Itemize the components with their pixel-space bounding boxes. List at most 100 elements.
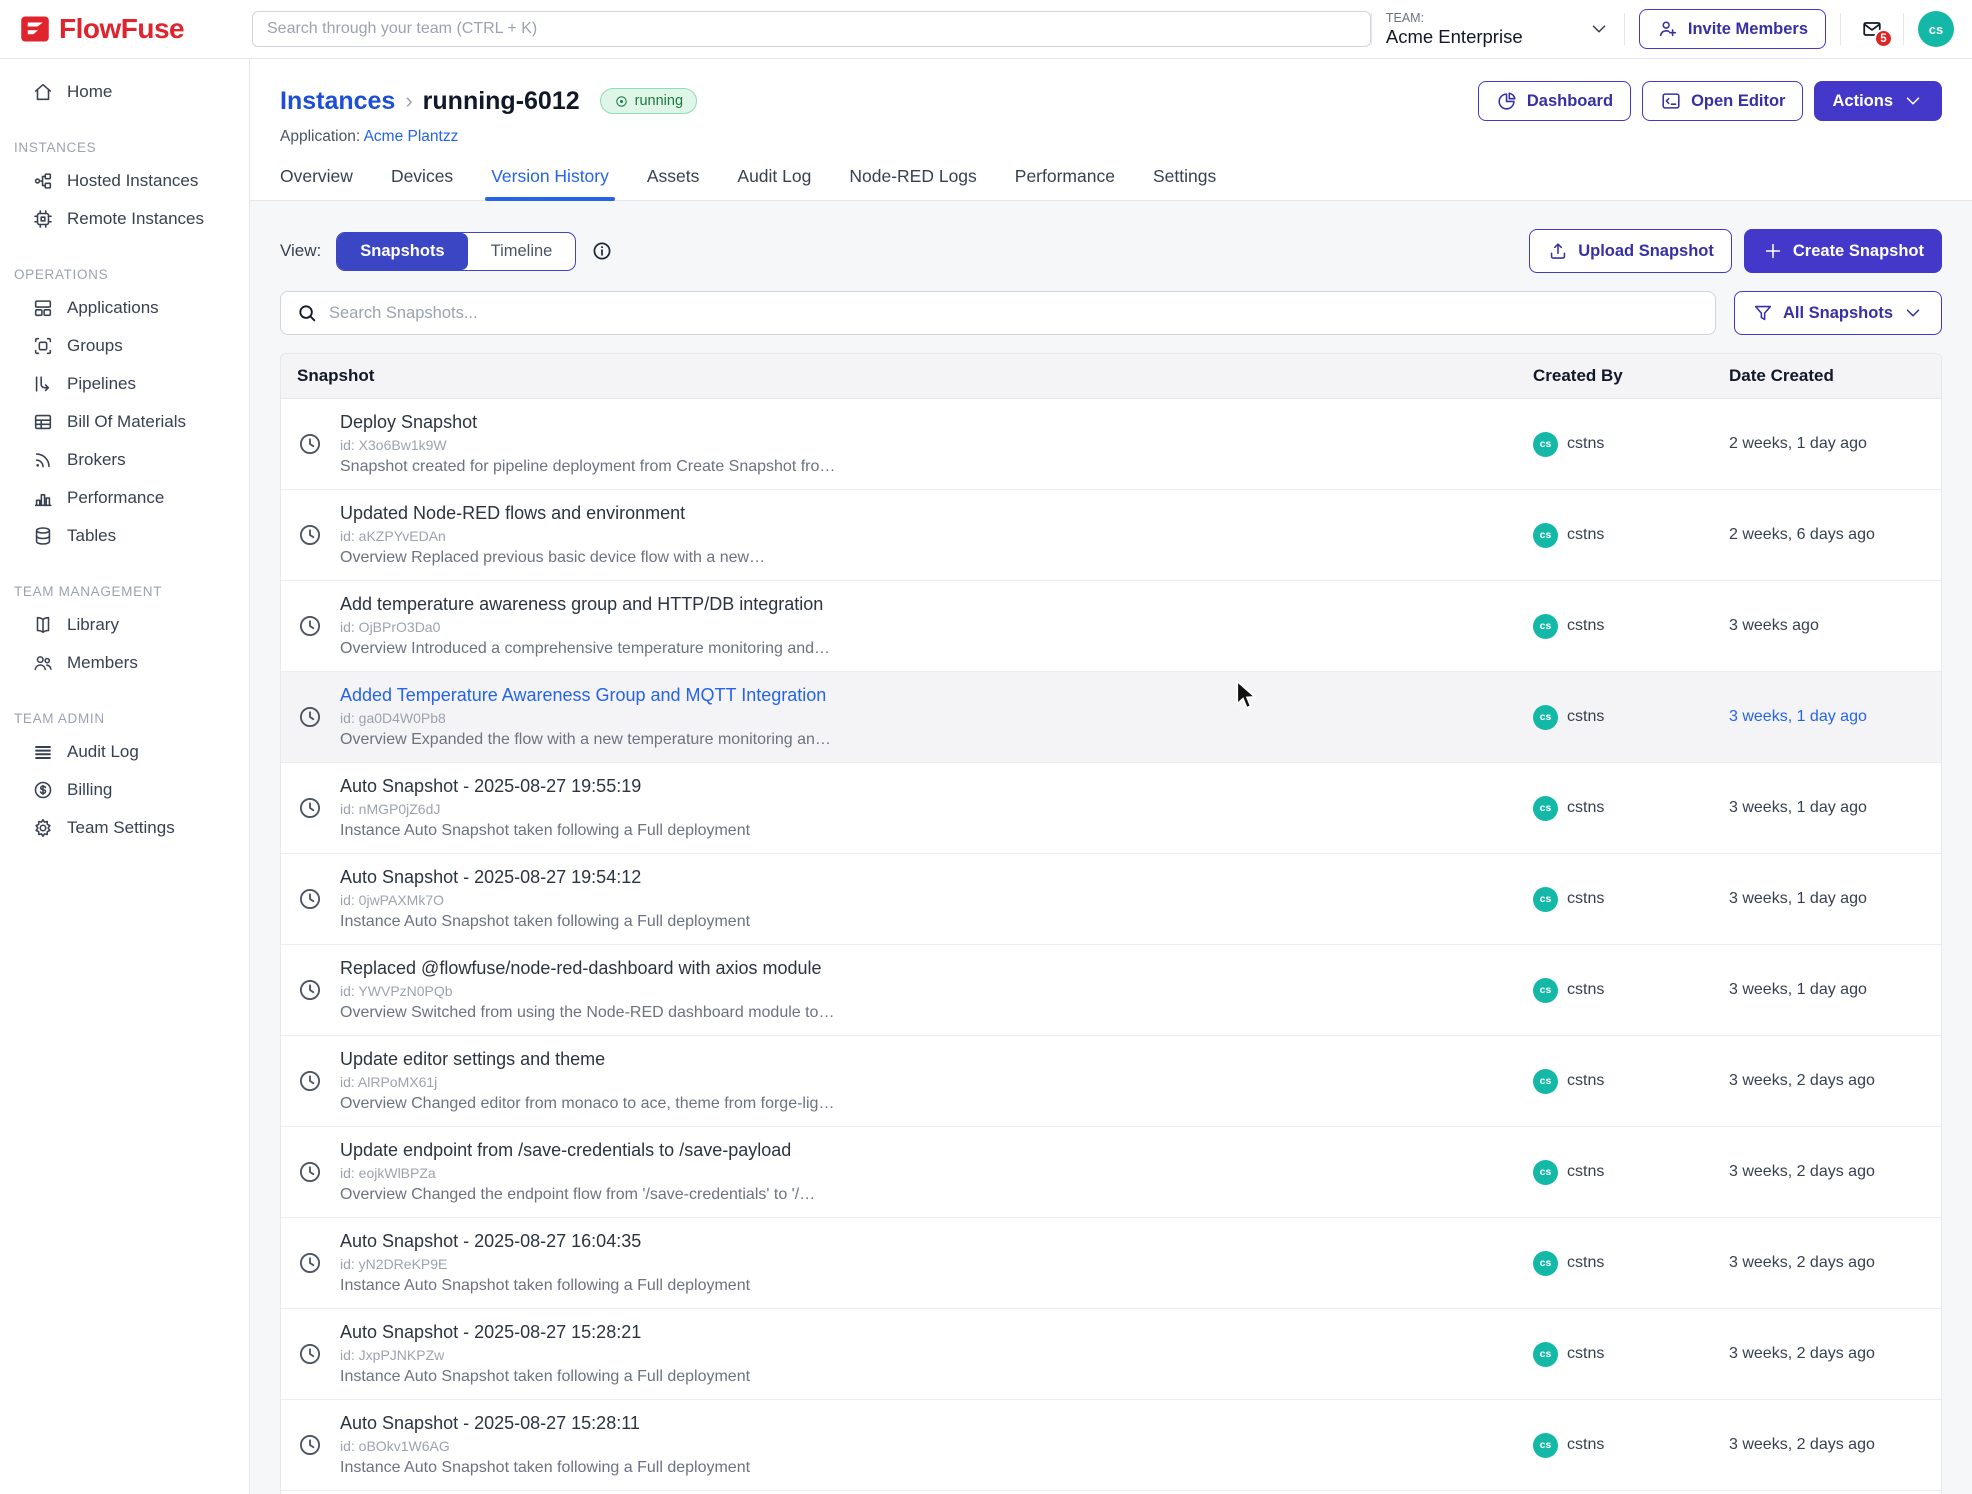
table-row[interactable]: Added Temperature Awareness Group and MQ… [281, 672, 1941, 763]
toggle-snapshots[interactable]: Snapshots [337, 233, 467, 270]
snapshot-id: id: eojkWlBPZa [340, 1165, 815, 1181]
snapshot-search-input[interactable] [329, 304, 1700, 323]
divider [1840, 13, 1841, 45]
upload-snapshot-button[interactable]: Upload Snapshot [1529, 229, 1732, 273]
clock-icon [297, 522, 323, 548]
snapshot-description: Instance Auto Snapshot taken following a… [340, 1277, 750, 1295]
table-row[interactable]: Replaced @flowfuse/node-red-dashboard wi… [281, 945, 1941, 1036]
tab-overview[interactable]: Overview [280, 166, 353, 200]
table-row[interactable]: Add temperature awareness group and HTTP… [281, 581, 1941, 672]
application-link[interactable]: Acme Plantzz [364, 128, 459, 145]
tab-version-history[interactable]: Version History [491, 166, 609, 200]
snapshot-description: Overview Expanded the flow with a new te… [340, 731, 831, 749]
snapshot-description: Overview Switched from using the Node-RE… [340, 1004, 834, 1022]
sidebar-item-hosted-instances[interactable]: Hosted Instances [0, 162, 249, 200]
snapshot-title[interactable]: Add temperature awareness group and HTTP… [340, 594, 830, 615]
table-row[interactable]: Auto Snapshot - 2025-08-27 15:28:21 id: … [281, 1309, 1941, 1400]
tab-audit-log[interactable]: Audit Log [737, 166, 811, 200]
sidebar-item-label: Home [67, 82, 112, 102]
tab-node-red-logs[interactable]: Node-RED Logs [849, 166, 976, 200]
snapshot-id: id: AlRPoMX61j [340, 1074, 834, 1090]
snapshot-title[interactable]: Auto Snapshot - 2025-08-27 19:55:19 [340, 776, 750, 797]
created-by-cell: cs cstns [1533, 796, 1729, 821]
snapshot-title[interactable]: Update endpoint from /save-credentials t… [340, 1140, 815, 1161]
sidebar-item-remote-instances[interactable]: Remote Instances [0, 200, 249, 238]
pie-chart-icon [1496, 90, 1518, 112]
table-row[interactable]: Update editor settings and theme id: AlR… [281, 1036, 1941, 1127]
snapshot-title[interactable]: Auto Snapshot - 2025-08-27 15:28:11 [340, 1413, 750, 1434]
sidebar-item-brokers[interactable]: Brokers [0, 441, 249, 479]
breadcrumb-instances-link[interactable]: Instances [280, 87, 395, 116]
sidebar-item-billing[interactable]: Billing [0, 771, 249, 809]
avatar: cs [1533, 1160, 1558, 1185]
tab-performance[interactable]: Performance [1015, 166, 1115, 200]
user-avatar[interactable]: cs [1918, 11, 1954, 47]
sidebar-item-audit-log[interactable]: Audit Log [0, 733, 249, 771]
created-by-name: cstns [1567, 1163, 1604, 1181]
sidebar-item-home[interactable]: Home [0, 73, 249, 111]
snapshot-title[interactable]: Auto Snapshot - 2025-08-27 19:54:12 [340, 867, 750, 888]
created-by-cell: cs cstns [1533, 1069, 1729, 1094]
created-by-name: cstns [1567, 526, 1604, 544]
snapshot-title[interactable]: Added Temperature Awareness Group and MQ… [340, 685, 831, 706]
team-selector[interactable]: TEAM: Acme Enterprise [1386, 11, 1536, 47]
table-row[interactable]: Auto Snapshot - 2025-08-27 19:55:19 id: … [281, 763, 1941, 854]
avatar: cs [1533, 1342, 1558, 1367]
table-row[interactable]: Deploy Snapshot id: X3o6Bw1k9W Snapshot … [281, 399, 1941, 490]
breadcrumb: Instances › running-6012 running Dashboa… [280, 81, 1942, 121]
table-row[interactable]: Auto Snapshot - 2025-08-27 16:04:35 id: … [281, 1218, 1941, 1309]
sidebar-item-label: Applications [67, 298, 159, 318]
created-by-cell: cs cstns [1533, 705, 1729, 730]
sidebar-item-members[interactable]: Members [0, 644, 249, 682]
created-by-name: cstns [1567, 617, 1604, 635]
sidebar-item-label: Remote Instances [67, 209, 204, 229]
avatar: cs [1533, 796, 1558, 821]
search-icon [296, 302, 318, 324]
chip-icon [32, 208, 54, 230]
sidebar-item-performance[interactable]: Performance [0, 479, 249, 517]
chevron-down-icon[interactable] [1588, 18, 1610, 40]
snapshot-title[interactable]: Replaced @flowfuse/node-red-dashboard wi… [340, 958, 834, 979]
clock-icon [297, 1159, 323, 1185]
actions-button[interactable]: Actions [1814, 81, 1942, 121]
snapshot-title[interactable]: Auto Snapshot - 2025-08-27 15:28:21 [340, 1322, 750, 1343]
sidebar-item-team-settings[interactable]: Team Settings [0, 809, 249, 847]
table-row[interactable]: Auto Snapshot - 2025-08-27 19:54:12 id: … [281, 854, 1941, 945]
toggle-timeline[interactable]: Timeline [468, 233, 576, 270]
snapshot-description: Overview Replaced previous basic device … [340, 549, 765, 567]
table-row[interactable]: Update endpoint from /save-credentials t… [281, 1127, 1941, 1218]
clock-icon [297, 886, 323, 912]
status-badge: running [600, 88, 697, 114]
sidebar-item-label: Audit Log [67, 742, 139, 762]
tab-settings[interactable]: Settings [1153, 166, 1216, 200]
snapshot-description: Overview Changed editor from monaco to a… [340, 1095, 834, 1113]
snapshot-title[interactable]: Updated Node-RED flows and environment [340, 503, 765, 524]
snapshot-filter-dropdown[interactable]: All Snapshots [1734, 291, 1942, 335]
sidebar-item-library[interactable]: Library [0, 606, 249, 644]
actions-label: Actions [1832, 92, 1893, 111]
global-search-input[interactable] [252, 11, 1371, 47]
create-snapshot-button[interactable]: Create Snapshot [1744, 229, 1942, 273]
snapshot-title[interactable]: Update editor settings and theme [340, 1049, 834, 1070]
sidebar-item-tables[interactable]: Tables [0, 517, 249, 555]
snapshot-title[interactable]: Auto Snapshot - 2025-08-27 16:04:35 [340, 1231, 750, 1252]
snapshot-description: Instance Auto Snapshot taken following a… [340, 822, 750, 840]
sidebar-item-label: Bill Of Materials [67, 412, 186, 432]
table-row[interactable]: Updated Node-RED flows and environment i… [281, 490, 1941, 581]
dashboard-button[interactable]: Dashboard [1478, 81, 1631, 121]
sidebar-section-team-management: TEAM MANAGEMENT [0, 571, 249, 606]
sidebar-item-bill-of-materials[interactable]: Bill Of Materials [0, 403, 249, 441]
sidebar-item-applications[interactable]: Applications [0, 289, 249, 327]
invite-members-button[interactable]: Invite Members [1639, 9, 1826, 49]
sidebar-item-groups[interactable]: Groups [0, 327, 249, 365]
info-icon[interactable] [591, 240, 613, 262]
sidebar-item-pipelines[interactable]: Pipelines [0, 365, 249, 403]
notifications-button[interactable]: 5 [1855, 16, 1889, 42]
open-editor-button[interactable]: Open Editor [1642, 81, 1803, 121]
flowfuse-logo[interactable]: FlowFuse [20, 13, 252, 45]
tab-devices[interactable]: Devices [391, 166, 453, 200]
snapshot-title[interactable]: Deploy Snapshot [340, 412, 835, 433]
table-row[interactable]: Auto Snapshot - 2025-08-27 15:28:11 id: … [281, 1400, 1941, 1491]
created-by-name: cstns [1567, 799, 1604, 817]
tab-assets[interactable]: Assets [647, 166, 700, 200]
